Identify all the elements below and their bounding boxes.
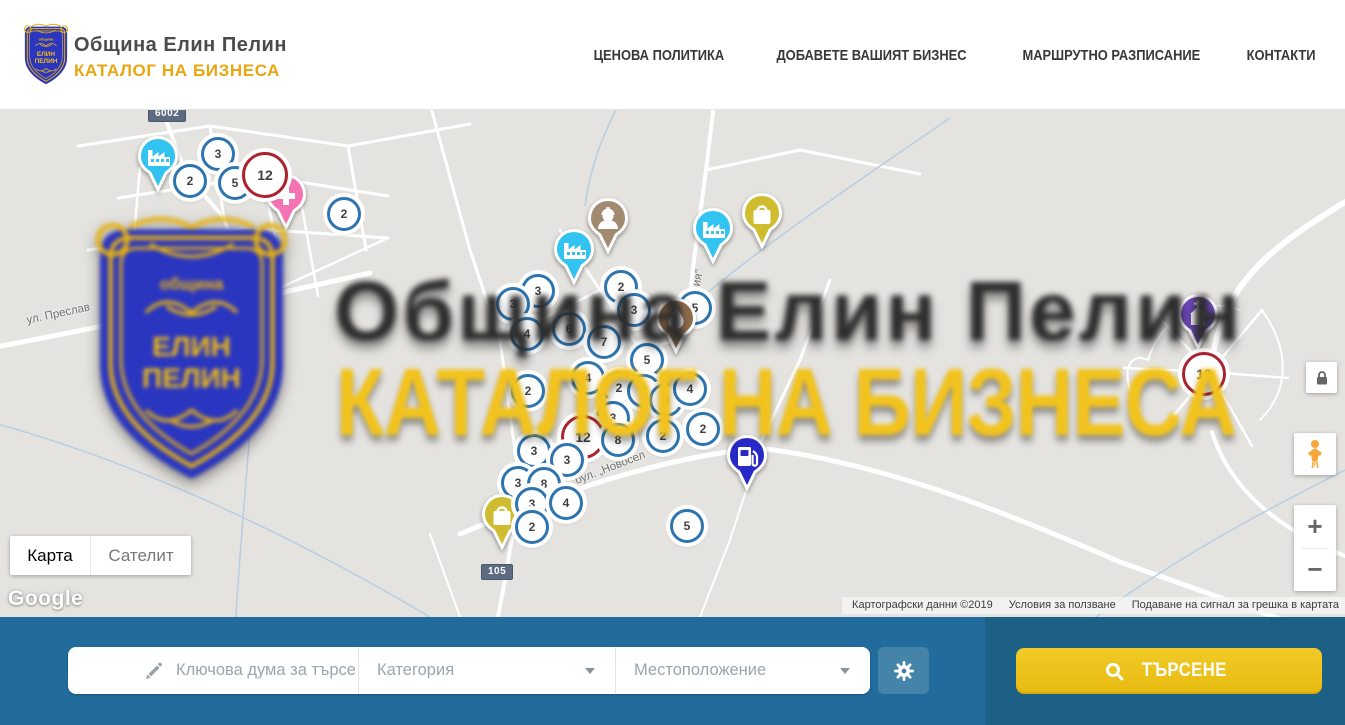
header: Община Елин Пелин КАТАЛОГ НА БИЗНЕСА ЦЕН… (0, 0, 1345, 110)
nav-route-schedule-label: МАРШРУТНО РАЗПИСАНИЕ (1023, 47, 1201, 64)
nav-pricing-policy[interactable]: ЦЕНОВА ПОЛИТИКА (583, 47, 735, 64)
site-subtitle: КАТАЛОГ НА БИЗНЕСА (74, 61, 287, 81)
advanced-settings-button[interactable] (878, 647, 929, 694)
pegman-icon (1304, 439, 1326, 469)
map-cluster-marker[interactable]: 3 (617, 293, 651, 327)
map-cluster-marker[interactable]: 4 (549, 486, 583, 520)
chevron-down-icon (585, 668, 595, 674)
map-cluster-marker[interactable]: 5 (630, 343, 664, 377)
map-cluster-marker[interactable]: 3 (517, 434, 551, 468)
search-fields-group: Категория Местоположение (68, 647, 870, 694)
map-cluster-marker[interactable]: 4 (510, 317, 544, 351)
nav-contacts[interactable]: КОНТАКТИ (1241, 47, 1321, 64)
nav-pricing-policy-label: ЦЕНОВА ПОЛИТИКА (594, 47, 725, 64)
zoom-out-button[interactable]: − (1294, 549, 1336, 592)
map-pin-bag[interactable] (739, 192, 785, 249)
map-cluster-marker[interactable]: 3 (496, 287, 530, 321)
site-title: Община Елин Пелин (74, 34, 287, 57)
site-title-block[interactable]: Община Елин Пелин КАТАЛОГ НА БИЗНЕСА (74, 34, 287, 81)
map-cluster-marker[interactable]: 2 (327, 197, 361, 231)
lock-button[interactable] (1306, 362, 1337, 393)
attribution-report-link[interactable]: Подаване на сигнал за грешка в картата (1132, 599, 1339, 611)
map-type-satellite-button[interactable]: Сателит (90, 536, 191, 575)
keyword-field-section (68, 647, 358, 694)
attribution-terms-link[interactable]: Условия за ползване (1009, 599, 1116, 611)
map-cluster-marker[interactable]: 2 (511, 374, 545, 408)
search-bar: Категория Местоположение (0, 617, 1345, 725)
page: община ЕЛИН ПЕЛИН Община Елин Пелин КАТА… (0, 0, 1345, 725)
map-cluster-marker[interactable]: 4 (571, 361, 605, 395)
map-pin-church[interactable] (1175, 293, 1221, 350)
map-cluster-marker[interactable]: 2 (515, 510, 549, 544)
map-cluster-marker[interactable]: 5 (670, 509, 704, 543)
map-canvas[interactable]: ул. Преславбул. „Новоселия" 6002105 3251… (0, 110, 1345, 617)
google-logo[interactable]: Google (8, 587, 83, 611)
gear-icon (892, 659, 916, 683)
map-cluster-marker[interactable]: 7 (587, 325, 621, 359)
map-attribution: Картографски данни ©2019 Условия за полз… (842, 597, 1345, 614)
chevron-down-icon (840, 668, 850, 674)
nav-contacts-label: КОНТАКТИ (1246, 47, 1315, 64)
search-button[interactable]: ТЪРСЕНЕ (1016, 648, 1322, 694)
map-cluster-marker[interactable]: 8 (601, 423, 635, 457)
nav-route-schedule[interactable]: МАРШРУТНО РАЗПИСАНИЕ (1008, 47, 1215, 64)
map-cluster-marker[interactable]: 6 (552, 312, 586, 346)
location-select[interactable]: Местоположение (616, 647, 870, 694)
map-cluster-marker[interactable]: 2 (686, 412, 720, 446)
nav-add-business[interactable]: ДОБАВЕТЕ ВАШИЯТ БИЗНЕС (761, 47, 982, 64)
search-icon (1105, 662, 1124, 681)
zoom-control: + − (1294, 505, 1336, 591)
category-select[interactable]: Категория (359, 647, 615, 694)
map-markers-layer: 3251222353346754227843128223338342510 (0, 110, 1345, 617)
pencil-icon (144, 661, 164, 681)
location-select-value: Местоположение (634, 661, 766, 680)
map-cluster-marker[interactable]: 2 (646, 419, 680, 453)
map-cluster-marker[interactable]: 2 (173, 164, 207, 198)
category-select-value: Категория (377, 661, 454, 680)
street-view-pegman-button[interactable] (1294, 433, 1336, 475)
map-type-map-button[interactable]: Карта (10, 536, 90, 575)
search-button-label: ТЪРСЕНЕ (1142, 660, 1227, 682)
map-cluster-marker[interactable]: 10 (1182, 352, 1226, 396)
map-pin-flame[interactable] (653, 297, 699, 354)
map-type-control: Карта Сателит (10, 536, 191, 575)
nav-add-business-label: ДОБАВЕТЕ ВАШИЯТ БИЗНЕС (776, 47, 966, 64)
zoom-in-button[interactable]: + (1294, 505, 1336, 548)
map-pin-fuel[interactable] (724, 434, 770, 491)
lock-icon (1315, 370, 1329, 386)
municipality-logo[interactable] (22, 21, 70, 89)
map-pin-factory[interactable] (690, 207, 736, 264)
map-cluster-marker[interactable]: 4 (673, 372, 707, 406)
map-cluster-marker[interactable]: 12 (242, 152, 288, 198)
map-pin-factory[interactable] (551, 228, 597, 285)
main-nav: ЦЕНОВА ПОЛИТИКА ДОБАВЕТЕ ВАШИЯТ БИЗНЕС М… (583, 0, 1321, 110)
keyword-search-input[interactable] (176, 661, 356, 680)
attribution-copyright: Картографски данни ©2019 (852, 599, 993, 611)
